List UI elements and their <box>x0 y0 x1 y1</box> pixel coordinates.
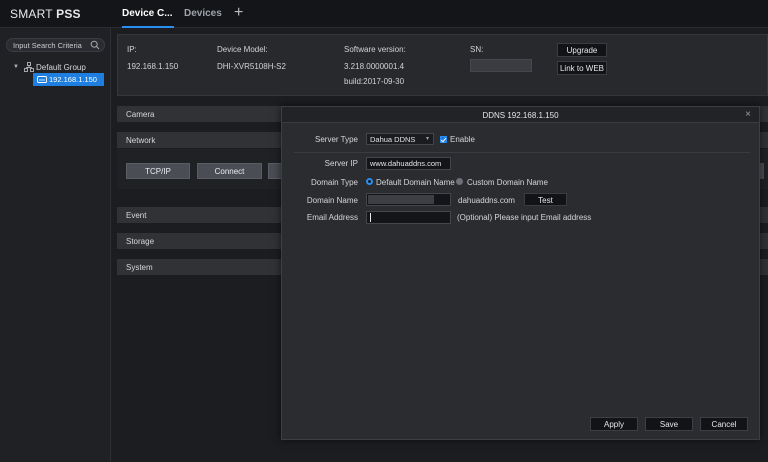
tcpip-button[interactable]: TCP/IP <box>126 163 190 179</box>
domain-suffix: dahuaddns.com <box>458 196 515 205</box>
custom-domain-radio[interactable] <box>456 178 463 185</box>
enable-label: Enable <box>450 135 475 144</box>
expand-arrow-icon[interactable]: ▼ <box>13 64 19 70</box>
search-input[interactable] <box>13 40 85 50</box>
network-more-button[interactable] <box>268 163 282 179</box>
software-label: Software version: <box>344 45 406 54</box>
dialog-header: DDNS 192.168.1.150 × <box>282 107 759 123</box>
custom-domain-label[interactable]: Custom Domain Name <box>467 178 548 187</box>
recorder-icon <box>37 76 47 83</box>
search-box[interactable] <box>6 38 105 52</box>
dialog-title: DDNS 192.168.1.150 <box>482 111 559 120</box>
divider <box>294 152 750 153</box>
enable-checkbox[interactable] <box>440 136 447 143</box>
model-label: Device Model: <box>217 45 268 54</box>
upgrade-button[interactable]: Upgrade <box>557 43 607 57</box>
model-value: DHI-XVR5108H-S2 <box>217 62 286 71</box>
search-icon[interactable] <box>90 40 100 50</box>
connect-button[interactable]: Connect <box>197 163 262 179</box>
sn-value-box <box>470 59 532 72</box>
default-domain-radio[interactable] <box>366 178 373 185</box>
cancel-button[interactable]: Cancel <box>700 417 748 431</box>
device-group-icon <box>24 62 34 72</box>
ip-value: 192.168.1.150 <box>127 62 179 71</box>
domain-type-label: Domain Type <box>311 178 358 187</box>
group-label[interactable]: Default Group <box>36 63 86 72</box>
domain-name-masked <box>368 195 434 204</box>
build-value: build:2017-09-30 <box>344 77 405 86</box>
software-value: 3.218.0000001.4 <box>344 62 405 71</box>
save-button[interactable]: Save <box>645 417 693 431</box>
device-info-panel: IP: 192.168.1.150 Device Model: DHI-XVR5… <box>117 34 768 96</box>
email-hint: (Optional) Please input Email address <box>457 213 592 222</box>
sn-label: SN: <box>470 45 484 54</box>
server-ip-label: Server IP <box>324 159 358 168</box>
tab-devices[interactable]: Devices <box>184 8 222 19</box>
domain-name-label: Domain Name <box>306 196 358 205</box>
link-to-web-button[interactable]: Link to WEB <box>557 61 607 75</box>
test-button[interactable]: Test <box>524 193 567 206</box>
chevron-down-icon: ▾ <box>425 136 429 142</box>
text-cursor <box>370 213 371 222</box>
server-ip-field[interactable] <box>366 157 451 170</box>
device-tree-item[interactable]: 192.168.1.150 <box>33 73 104 86</box>
server-type-label: Server Type <box>315 135 358 144</box>
default-domain-label[interactable]: Default Domain Name <box>376 178 455 187</box>
ddns-dialog: DDNS 192.168.1.150 × Server Type Dahua D… <box>281 106 760 440</box>
app-logo: SMART PSS <box>10 7 81 21</box>
apply-button[interactable]: Apply <box>590 417 638 431</box>
title-bar: SMART PSS Device C... Devices + <box>0 0 768 28</box>
server-ip-input[interactable] <box>367 158 450 169</box>
close-icon[interactable]: × <box>745 109 751 120</box>
scroll-edge <box>760 163 764 179</box>
email-input[interactable] <box>367 212 450 223</box>
server-type-value: Dahua DDNS <box>370 135 416 144</box>
sidebar: ▼ Default Group 192.168.1.150 <box>0 28 111 462</box>
tab-device-config[interactable]: Device C... <box>122 8 173 19</box>
device-label: 192.168.1.150 <box>49 75 97 84</box>
ip-label: IP: <box>127 45 137 54</box>
email-label: Email Address <box>306 213 358 222</box>
email-field[interactable] <box>366 211 451 224</box>
domain-name-field[interactable] <box>366 193 451 206</box>
add-tab-icon[interactable]: + <box>234 4 243 22</box>
server-type-select[interactable]: Dahua DDNS ▾ <box>366 133 434 145</box>
